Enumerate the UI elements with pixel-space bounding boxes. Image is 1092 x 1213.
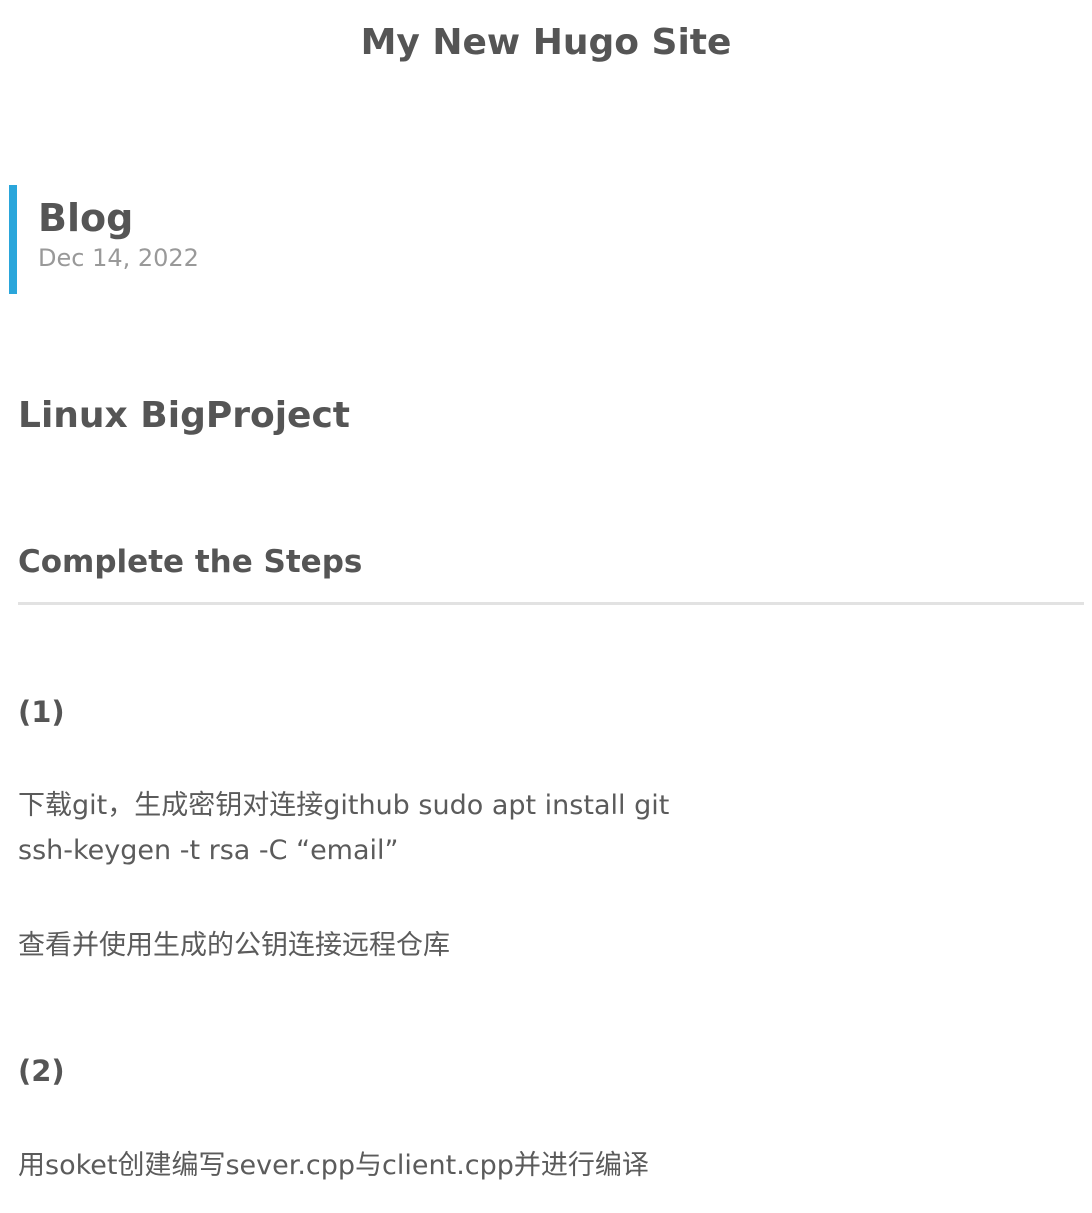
paragraph-line: 用soket创建编写sever.cpp与client.cpp并进行编译: [18, 1150, 649, 1181]
post-content: Linux BigProject Complete the Steps (1) …: [18, 390, 1084, 1181]
paragraph-git-setup: 下载git，生成密钥对连接github sudo apt install git…: [18, 783, 669, 873]
paragraph-line: ssh-keygen -t rsa -C “email”: [18, 835, 399, 866]
paragraph-remote-repo: 查看并使用生成的公钥连接远程仓库: [18, 923, 450, 968]
section-heading-2: (2): [18, 1054, 65, 1088]
paragraph-socket: 用soket创建编写sever.cpp与client.cpp并进行编译: [18, 1143, 649, 1188]
paragraph-line: 查看并使用生成的公钥连接远程仓库: [18, 930, 450, 961]
site-title-link[interactable]: My New Hugo Site: [0, 18, 1092, 68]
section-heading-1: (1): [18, 695, 65, 729]
content-heading-1: Linux BigProject: [18, 395, 351, 436]
post-header: Blog Dec 14, 2022: [9, 185, 1079, 294]
content-heading-2: Complete the Steps: [18, 538, 1084, 605]
post-date: Dec 14, 2022: [38, 244, 199, 272]
paragraph-line: 下载git，生成密钥对连接github sudo apt install git: [18, 790, 670, 821]
post-title: Blog: [38, 196, 134, 240]
